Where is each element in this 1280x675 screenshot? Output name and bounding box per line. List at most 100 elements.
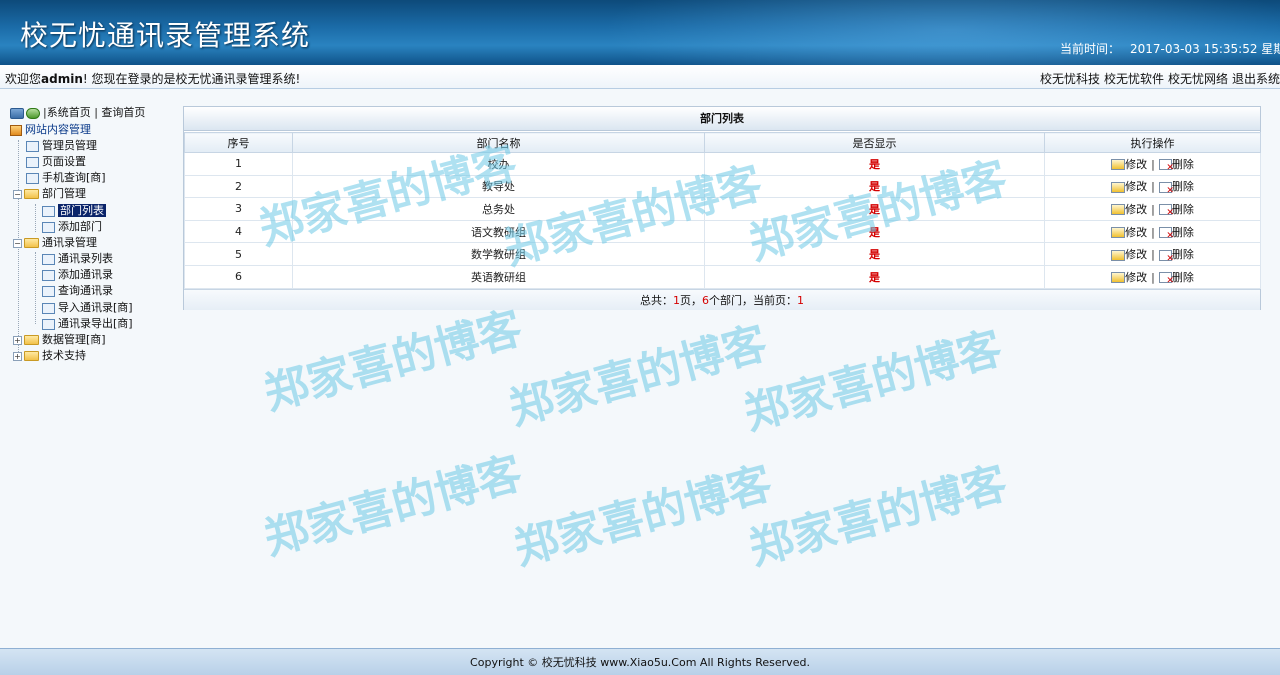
delete-icon <box>1158 159 1174 173</box>
logout-link[interactable]: 退出系统 <box>1232 72 1280 86</box>
collapse-icon[interactable]: − <box>13 189 22 199</box>
tree-root[interactable]: 网站内容管理 <box>10 122 91 138</box>
delete-label: 删除 <box>1171 202 1194 216</box>
delete-button[interactable]: 删除 <box>1158 157 1194 173</box>
tree-item-department-list[interactable]: 部门列表 <box>42 203 106 219</box>
edit-button[interactable]: 修改 <box>1111 271 1147 284</box>
link-network[interactable]: 校无忧网络 <box>1168 72 1228 86</box>
tree-item-add-department[interactable]: 添加部门 <box>42 219 102 235</box>
department-count: 6 <box>702 294 709 307</box>
table-row: 6 英语教研组 是 修改|删除 <box>184 264 1261 289</box>
edit-label: 修改 <box>1125 202 1148 216</box>
cell-no: 3 <box>184 197 293 221</box>
link-company[interactable]: 校无忧科技 <box>1040 72 1100 86</box>
cell-show: 是 <box>704 152 1045 176</box>
tree-item-contact-list[interactable]: 通讯录列表 <box>42 251 113 267</box>
tree-item-label: 部门列表 <box>58 204 106 217</box>
cell-actions: 修改|删除 <box>1044 174 1261 199</box>
query-home-link[interactable]: 查询首页 <box>101 106 145 119</box>
delete-button[interactable]: 删除 <box>1158 202 1194 218</box>
cell-show: 是 <box>704 197 1045 221</box>
tree-item-label: 管理员管理 <box>42 139 97 152</box>
cell-no: 5 <box>184 242 293 266</box>
delete-label: 删除 <box>1171 157 1194 171</box>
cell-name: 总务处 <box>292 197 705 221</box>
edit-button[interactable]: 修改 <box>1111 158 1147 171</box>
cell-name: 语文教研组 <box>292 219 705 244</box>
welcome-message: 欢迎您admin! 您现在登录的是校无忧通讯录管理系统! <box>5 70 300 87</box>
tree-item-query-contact[interactable]: 查询通讯录 <box>42 283 113 299</box>
computer-icon <box>10 107 24 119</box>
sidebar-top-links: |系统首页 | 查询首页 <box>10 104 145 119</box>
top-links: 校无忧科技 校无忧软件 校无忧网络 退出系统 <box>1040 70 1280 87</box>
current-time-label: 当前时间： <box>1060 42 1121 56</box>
table-row: 2 教导处 是 修改|删除 <box>184 174 1261 199</box>
cell-actions: 修改|删除 <box>1044 219 1261 244</box>
cell-actions: 修改|删除 <box>1044 197 1261 221</box>
delete-label: 删除 <box>1171 270 1194 284</box>
tree-item-label: 查询通讯录 <box>58 284 113 297</box>
watermark: 郑家喜的博客 <box>744 457 1013 576</box>
cell-show: 是 <box>704 264 1045 289</box>
welcome-suffix: ! 您现在登录的是校无忧通讯录管理系统! <box>82 72 301 86</box>
watermark: 郑家喜的博客 <box>504 317 773 436</box>
delete-label: 删除 <box>1171 248 1194 262</box>
tree-item-add-contact[interactable]: 添加通讯录 <box>42 267 113 283</box>
watermark: 郑家喜的博客 <box>739 322 1008 441</box>
folder-icon <box>24 335 39 345</box>
tree-item-tech-support[interactable]: + 技术支持 <box>13 348 86 364</box>
tree-item-label: 添加部门 <box>58 220 102 233</box>
tree-item-contacts[interactable]: − 通讯录管理 <box>13 235 97 251</box>
delete-label: 删除 <box>1171 225 1194 239</box>
system-home-link[interactable]: 系统首页 <box>47 106 91 119</box>
expand-icon[interactable]: + <box>13 335 22 345</box>
edit-button[interactable]: 修改 <box>1111 248 1147 261</box>
tree-item-admin[interactable]: 管理员管理 <box>26 138 97 154</box>
welcome-bar: 欢迎您admin! 您现在登录的是校无忧通讯录管理系统! 校无忧科技 校无忧软件校… <box>0 65 1280 89</box>
page-icon <box>26 156 39 168</box>
folder-open-icon <box>24 189 39 199</box>
cell-name: 校办 <box>292 152 705 176</box>
cell-no: 2 <box>184 174 293 199</box>
tree-item-page-settings[interactable]: 页面设置 <box>26 154 86 170</box>
cell-name: 数学教研组 <box>292 242 705 266</box>
tree-item-mobile-query[interactable]: 手机查询[商] <box>26 170 106 186</box>
cell-no: 1 <box>184 152 293 176</box>
delete-button[interactable]: 删除 <box>1158 225 1194 241</box>
tree-item-import-contact[interactable]: 导入通讯录[商] <box>42 300 133 316</box>
delete-icon <box>1158 249 1174 264</box>
collapse-icon[interactable]: − <box>13 238 22 248</box>
pagination-summary: 总共：1页，6个部门，当前页：1 <box>184 289 1260 310</box>
link-software[interactable]: 校无忧软件 <box>1104 72 1164 86</box>
tree-item-data-management[interactable]: + 数据管理[商] <box>13 332 106 348</box>
current-time: 当前时间： 2017-03-03 15:35:52 星期 <box>1060 40 1280 57</box>
edit-icon <box>1111 204 1126 216</box>
cell-actions: 修改|删除 <box>1044 152 1261 176</box>
edit-label: 修改 <box>1125 157 1148 171</box>
delete-button[interactable]: 删除 <box>1158 270 1194 286</box>
delete-icon <box>1158 204 1174 218</box>
current-page: 1 <box>797 294 804 307</box>
table-header-row: 序号 部门名称 是否显示 执行操作 <box>184 132 1261 153</box>
col-header-actions: 执行操作 <box>1044 132 1261 153</box>
tree-item-label: 技术支持 <box>42 349 86 362</box>
edit-button[interactable]: 修改 <box>1111 180 1147 193</box>
delete-icon <box>1158 272 1174 286</box>
tree-item-label: 页面设置 <box>42 155 86 168</box>
tree-item-department[interactable]: − 部门管理 <box>13 186 86 202</box>
delete-button[interactable]: 删除 <box>1158 248 1194 264</box>
tree-item-export-contact[interactable]: 通讯录导出[商] <box>42 316 133 332</box>
tree-item-label: 导入通讯录[商] <box>58 301 133 314</box>
delete-button[interactable]: 删除 <box>1158 180 1194 196</box>
edit-icon <box>1111 227 1126 239</box>
page-icon <box>42 318 55 330</box>
welcome-prefix: 欢迎您 <box>5 72 42 86</box>
expand-icon[interactable]: + <box>13 351 22 361</box>
edit-button[interactable]: 修改 <box>1111 226 1147 239</box>
app-header: 校无忧通讯录管理系统 当前时间： 2017-03-03 15:35:52 星期 <box>0 0 1280 65</box>
delete-icon <box>1158 227 1174 241</box>
page-icon <box>42 302 55 314</box>
page-icon <box>42 205 55 217</box>
edit-label: 修改 <box>1125 180 1148 194</box>
edit-button[interactable]: 修改 <box>1111 203 1147 216</box>
